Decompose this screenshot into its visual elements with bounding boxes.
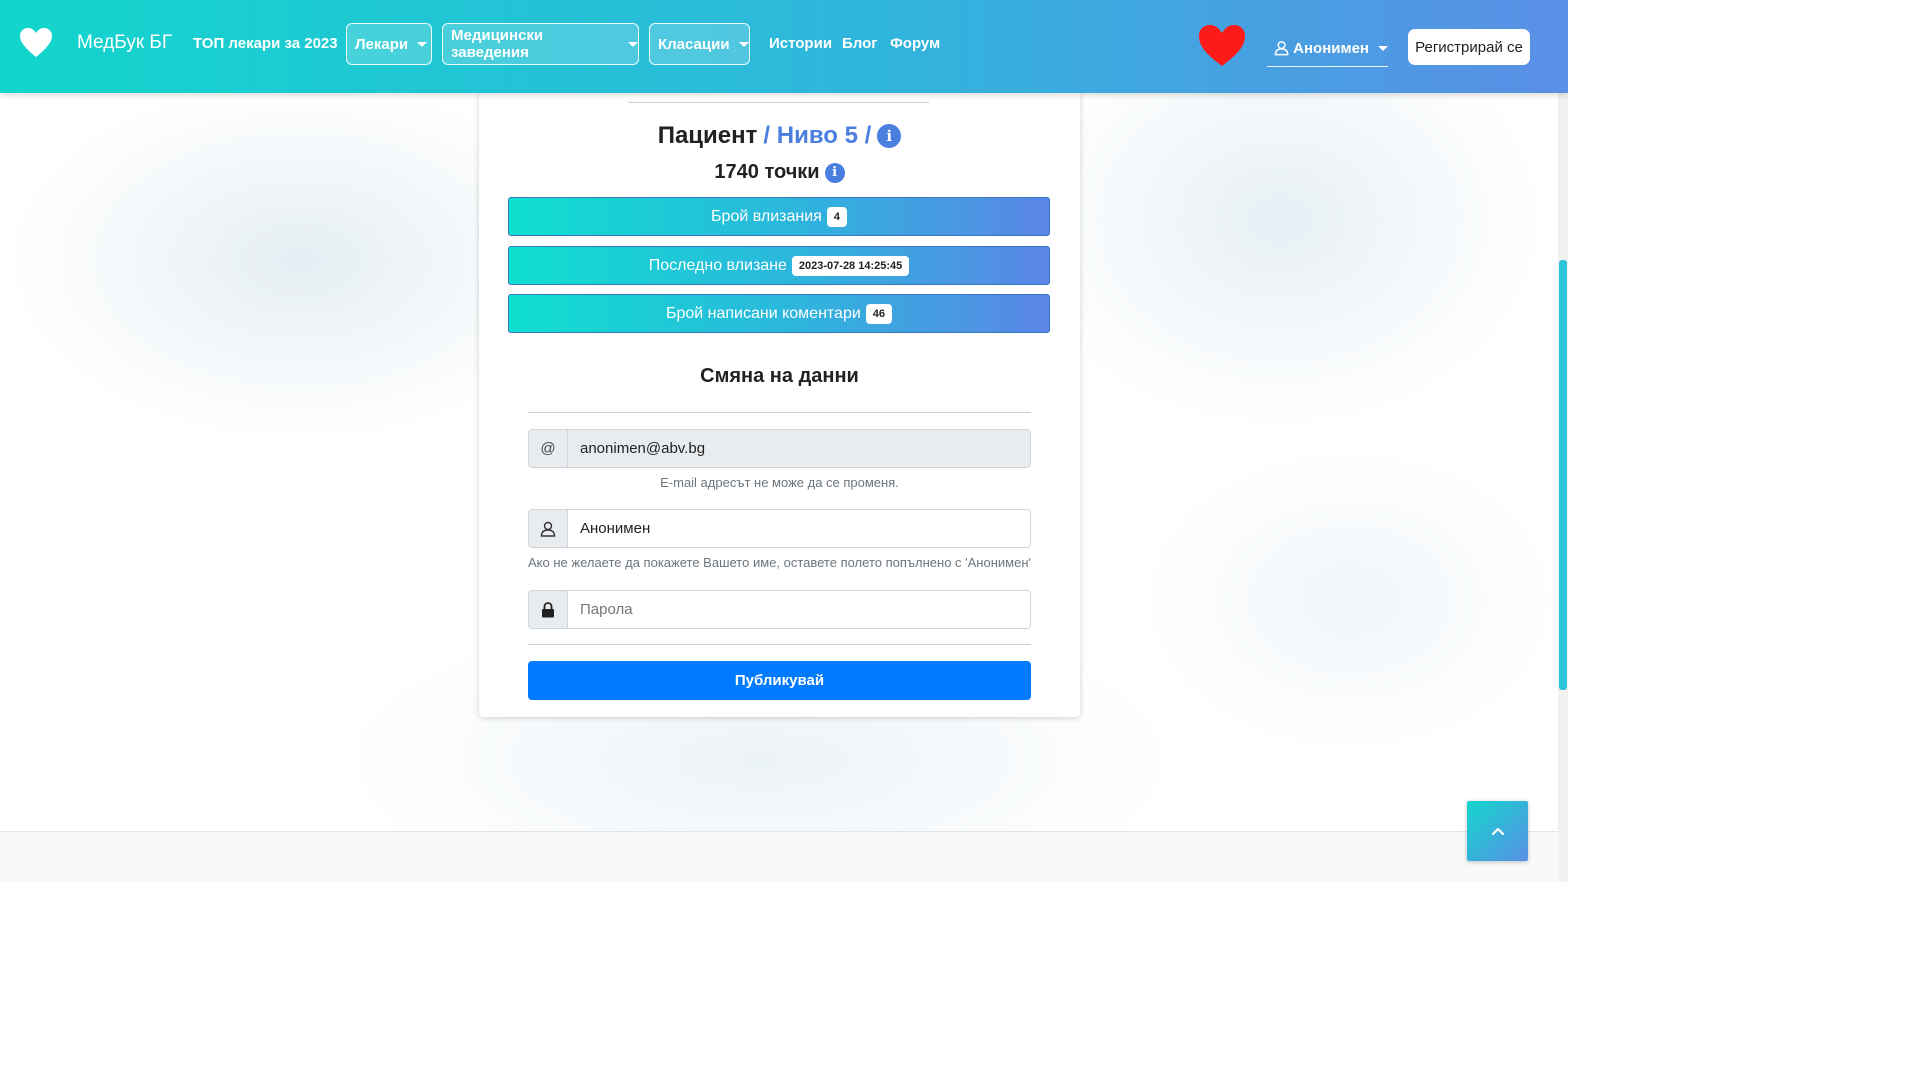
email-field[interactable]: [568, 430, 1030, 467]
stat-badge: 4: [826, 206, 847, 227]
at-sign-icon: @: [529, 430, 568, 467]
stat-label: Последно влизане: [648, 256, 787, 274]
nav-dropdown-medical-facilities-label: Медицински заведения: [451, 27, 544, 61]
chevron-down-icon: [1378, 45, 1388, 51]
back-to-top-button[interactable]: [1467, 801, 1528, 861]
stat-badge: 46: [865, 303, 893, 324]
register-button[interactable]: Регистрирай се: [1408, 29, 1530, 65]
user-icon: [1274, 41, 1289, 56]
nav-link-forum[interactable]: Форум: [890, 35, 940, 52]
nav-link-top-doctors[interactable]: ТОП лекари за 2023: [193, 35, 338, 52]
brand-heart-icon[interactable]: [19, 27, 53, 59]
section-title: Смяна на данни: [700, 365, 859, 387]
user-menu-label: Анонимен: [1293, 39, 1369, 57]
name-field[interactable]: [568, 510, 1030, 547]
navbar: МедБук БГ ТОП лекари за 2023 Лекари Меди…: [0, 0, 1568, 93]
chevron-down-icon: [417, 41, 428, 47]
chevron-up-icon: [1491, 827, 1504, 836]
user-icon: [529, 510, 568, 547]
stat-last-login: Последно влизане 2023-07-28 14:25:45: [508, 246, 1050, 285]
divider: [528, 644, 1031, 645]
divider: [528, 412, 1031, 413]
stat-label: Брой влизания: [711, 207, 822, 225]
stat-comment-count: Брой написани коментари 46: [508, 294, 1050, 333]
scrollbar-thumb[interactable]: [1559, 260, 1567, 690]
level-label: / Ниво 5 /: [763, 122, 872, 149]
nav-dropdown-rankings-label: Класации: [658, 35, 730, 53]
stat-badge: 2023-07-28 14:25:45: [791, 255, 910, 276]
points-heading: 1740 точки i: [479, 161, 1080, 184]
nav-dropdown-medical-facilities[interactable]: Медицински заведения: [442, 23, 639, 65]
name-help-text: Ако не желаете да покажете Вашето име, о…: [528, 555, 1031, 570]
nav-link-blog[interactable]: Блог: [842, 35, 878, 52]
chevron-down-icon: [738, 41, 749, 47]
role-heading: Пациент / Ниво 5 / i: [479, 122, 1080, 150]
nav-dropdown-doctors[interactable]: Лекари: [346, 23, 432, 65]
publish-button[interactable]: Публикувай: [528, 661, 1031, 700]
lock-icon: [529, 591, 568, 628]
divider: [628, 102, 929, 103]
user-menu-dropdown[interactable]: Анонимен: [1267, 30, 1388, 67]
profile-card: Пациент / Ниво 5 / i 1740 точки i Брой в…: [479, 80, 1080, 717]
info-icon[interactable]: i: [877, 124, 902, 148]
password-input-group: [528, 590, 1031, 629]
stat-login-count: Брой влизания 4: [508, 197, 1050, 236]
page: МедБук БГ ТОП лекари за 2023 Лекари Меди…: [0, 0, 1568, 882]
stat-label: Брой написани коментари: [665, 304, 861, 322]
brand-name[interactable]: МедБук БГ: [77, 32, 172, 54]
footer: [0, 831, 1568, 882]
nav-link-stories[interactable]: Истории: [769, 35, 832, 52]
email-help-text: E-mail адресът не може да се променя.: [660, 475, 899, 490]
email-input-group: @: [528, 429, 1031, 468]
chevron-down-icon: [628, 41, 638, 47]
role-label: Пациент: [657, 122, 758, 149]
heart-icon[interactable]: [1197, 24, 1247, 68]
info-icon[interactable]: i: [824, 162, 845, 183]
name-input-group: [528, 509, 1031, 548]
points-label: 1740 точки: [714, 161, 820, 183]
nav-dropdown-doctors-label: Лекари: [355, 35, 409, 53]
nav-dropdown-rankings[interactable]: Класации: [649, 23, 750, 65]
password-field[interactable]: [568, 591, 1030, 628]
